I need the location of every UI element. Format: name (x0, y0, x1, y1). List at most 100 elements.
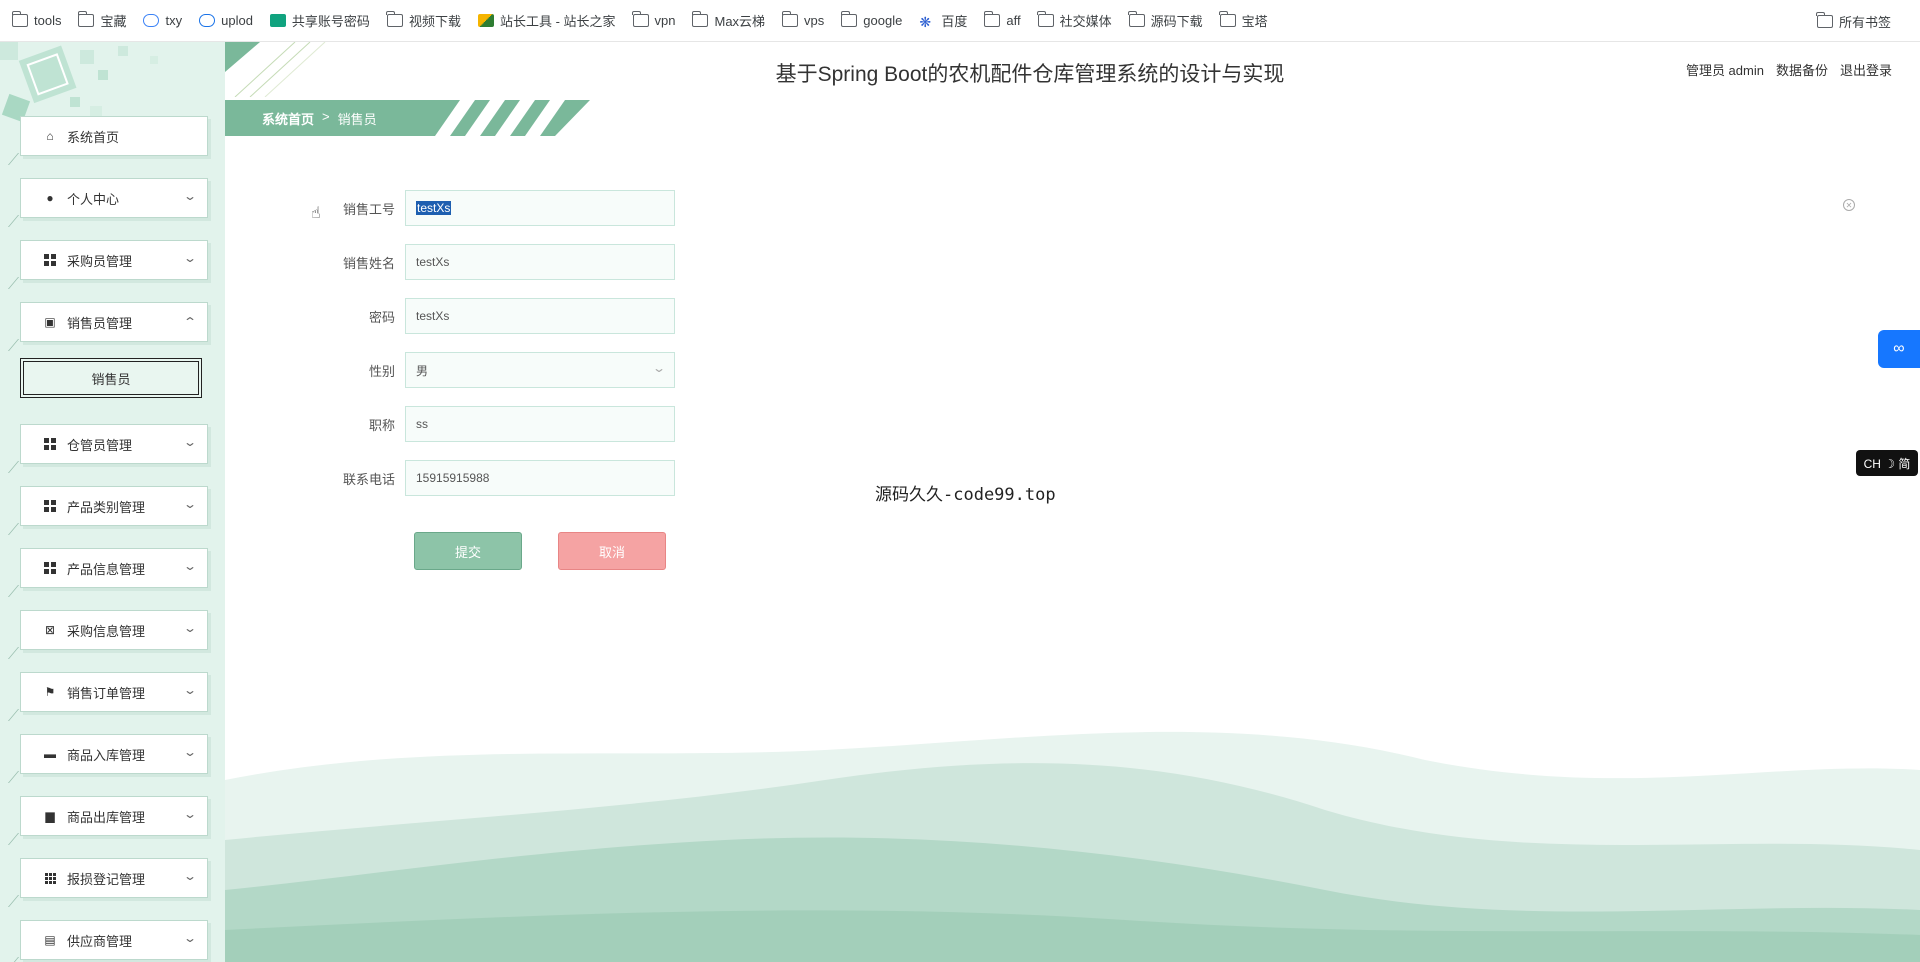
breadcrumb: 系统首页 > 销售员 (262, 109, 377, 128)
chevron-down-icon: ⌄ (182, 931, 198, 945)
bookmark-video-download[interactable]: 视频下载 (386, 11, 461, 30)
chevron-down-icon: ⌄ (182, 621, 198, 635)
folder-icon (1816, 11, 1833, 28)
menu-item-stock-out[interactable]: ▆ 商品出库管理 ⌄ (20, 796, 208, 836)
bookmark-max[interactable]: Max云梯 (691, 11, 765, 30)
sales-id-input[interactable]: testXs (405, 190, 675, 226)
phone-input[interactable]: 15915915988 (405, 460, 675, 496)
bookmark-baota[interactable]: 宝塔 (1219, 11, 1268, 30)
bookmark-baozang[interactable]: 宝藏 (77, 11, 126, 30)
folder-icon (386, 11, 403, 27)
chat-icon: ▤ (44, 933, 56, 947)
folder-icon (983, 11, 1001, 27)
chevron-down-icon: ⌄ (182, 497, 198, 511)
folder-icon (11, 11, 28, 27)
bookmark-source-download[interactable]: 源码下载 (1128, 11, 1203, 30)
password-input[interactable]: testXs (405, 298, 675, 334)
folder-icon (632, 11, 649, 27)
breadcrumb-separator: > (322, 109, 330, 124)
chevron-down-icon: ⌄ (182, 251, 198, 265)
hand-cursor-icon: ☝ (311, 205, 321, 222)
menu-item-home[interactable]: ⌂ 系统首页 (20, 116, 208, 156)
bookmark-tools[interactable]: tools (11, 11, 61, 28)
chevron-down-icon: ⌄ (182, 745, 198, 759)
backup-link[interactable]: 数据备份 (1776, 60, 1828, 79)
grid9-icon (43, 871, 57, 885)
folder-icon (691, 11, 709, 27)
bookmark-google[interactable]: google (840, 11, 902, 28)
chevron-down-icon: ⌄ (182, 869, 198, 883)
bookmark-vpn[interactable]: vpn (632, 11, 675, 28)
all-bookmarks[interactable]: 所有书签 (1816, 0, 1891, 42)
folder-icon (1037, 11, 1054, 27)
header-actions: 管理员 admin 数据备份 退出登录 (1686, 60, 1892, 79)
background-waves (225, 731, 1920, 962)
bookmark-aff[interactable]: aff (983, 11, 1021, 28)
form-row-sales-id: 销售工号 testXs (330, 190, 685, 226)
assistant-icon: ∞ (1893, 340, 1905, 357)
bookmark-uplod[interactable]: uplod (199, 13, 253, 28)
menu-item-damage-registration[interactable]: 报损登记管理 ⌄ (20, 858, 208, 898)
header-stripes-decoration (225, 42, 326, 97)
watermark-text: 源码久久-code99.top (875, 485, 1056, 505)
gender-label: 性别 (368, 363, 395, 379)
bookmark-shared-accounts[interactable]: 共享账号密码 (269, 11, 370, 30)
bookmark-social[interactable]: 社交媒体 (1037, 11, 1112, 30)
job-title-input[interactable]: ss (405, 406, 675, 442)
bookmark-webmaster-tools[interactable]: 站长工具 - 站长之家 (477, 11, 616, 30)
breadcrumb-home[interactable]: 系统首页 (262, 109, 314, 128)
trash-x-icon: ⊠ (44, 623, 56, 637)
link-icon (199, 14, 216, 27)
menu-item-product-category[interactable]: 产品类别管理 ⌄ (20, 486, 208, 526)
submenu-item-salesperson[interactable]: 销售员 (20, 358, 202, 398)
sidebar: ⌂ 系统首页 ● 个人中心 ⌄ 采购员管理 ⌄ ▣ 销售员管理 ⌃ 销售员 仓管… (0, 42, 225, 962)
menu-item-sales-order[interactable]: ⚑ 销售订单管理 ⌄ (20, 672, 208, 712)
gender-select[interactable]: 男 ⌄ (405, 352, 675, 388)
phone-label: 联系电话 (342, 471, 395, 487)
sales-name-input[interactable]: testXs (405, 244, 675, 280)
menu-item-purchaser[interactable]: 采购员管理 ⌄ (20, 240, 208, 280)
paw-icon: ❋ (919, 14, 932, 30)
menu-item-product-info[interactable]: 产品信息管理 ⌄ (20, 548, 208, 588)
admin-user-label: 管理员 admin (1685, 63, 1764, 78)
grid-icon (43, 499, 57, 513)
clipboard-icon: ▣ (44, 315, 56, 329)
logout-link[interactable]: 退出登录 (1840, 60, 1892, 79)
folder-icon (1219, 11, 1236, 27)
chevron-down-icon: ⌄ (182, 807, 198, 821)
cancel-button[interactable]: 取消 (558, 532, 666, 570)
home-icon: ⌂ (46, 129, 54, 143)
bookmarks-bar: tools 宝藏 txy uplod 共享账号密码 视频下载 站长工具 - 站长… (0, 0, 1920, 42)
breadcrumb-current: 销售员 (337, 112, 377, 127)
chevron-down-icon: ⌄ (182, 435, 198, 449)
folder-icon (77, 11, 95, 27)
app-title: 基于Spring Boot的农机配件仓库管理系统的设计与实现 (775, 63, 1285, 86)
floating-assistant-button[interactable]: ∞ (1878, 330, 1920, 368)
close-icon[interactable]: ✕ (1843, 199, 1855, 211)
sheet-icon (269, 14, 286, 27)
menu-item-salesperson[interactable]: ▣ 销售员管理 ⌃ (20, 302, 208, 342)
menu-item-supplier[interactable]: ▤ 供应商管理 ⌄ (20, 920, 208, 960)
grid-icon (43, 253, 57, 267)
menu-item-stock-in[interactable]: ▬ 商品入库管理 ⌄ (20, 734, 208, 774)
bookmark-baidu[interactable]: ❋ 百度 (919, 11, 967, 30)
submit-button[interactable]: 提交 (414, 532, 522, 570)
bookmark-txy[interactable]: txy (143, 13, 182, 28)
chevron-down-icon: ⌄ (182, 189, 198, 203)
sales-name-label: 销售姓名 (342, 255, 395, 271)
chevron-down-icon: ⌄ (182, 683, 198, 697)
briefcase-icon: ▬ (44, 747, 56, 761)
bookmark-vps[interactable]: vps (781, 11, 824, 28)
folder-icon (1128, 11, 1145, 27)
menu-item-purchase-info[interactable]: ⊠ 采购信息管理 ⌄ (20, 610, 208, 650)
menu-item-warehouse-keeper[interactable]: 仓管员管理 ⌄ (20, 424, 208, 464)
folder-icon (781, 11, 799, 27)
form-row-title: 职称 ss (330, 406, 685, 442)
flag-icon: ⚑ (44, 685, 56, 699)
language-toggle[interactable]: CH ☽ 简 (1856, 450, 1918, 476)
menu-item-personal-center[interactable]: ● 个人中心 ⌄ (20, 178, 208, 218)
folder-icon (840, 11, 858, 27)
grid-icon (43, 437, 57, 451)
chevron-down-icon: ⌄ (651, 361, 667, 375)
password-label: 密码 (368, 309, 395, 325)
